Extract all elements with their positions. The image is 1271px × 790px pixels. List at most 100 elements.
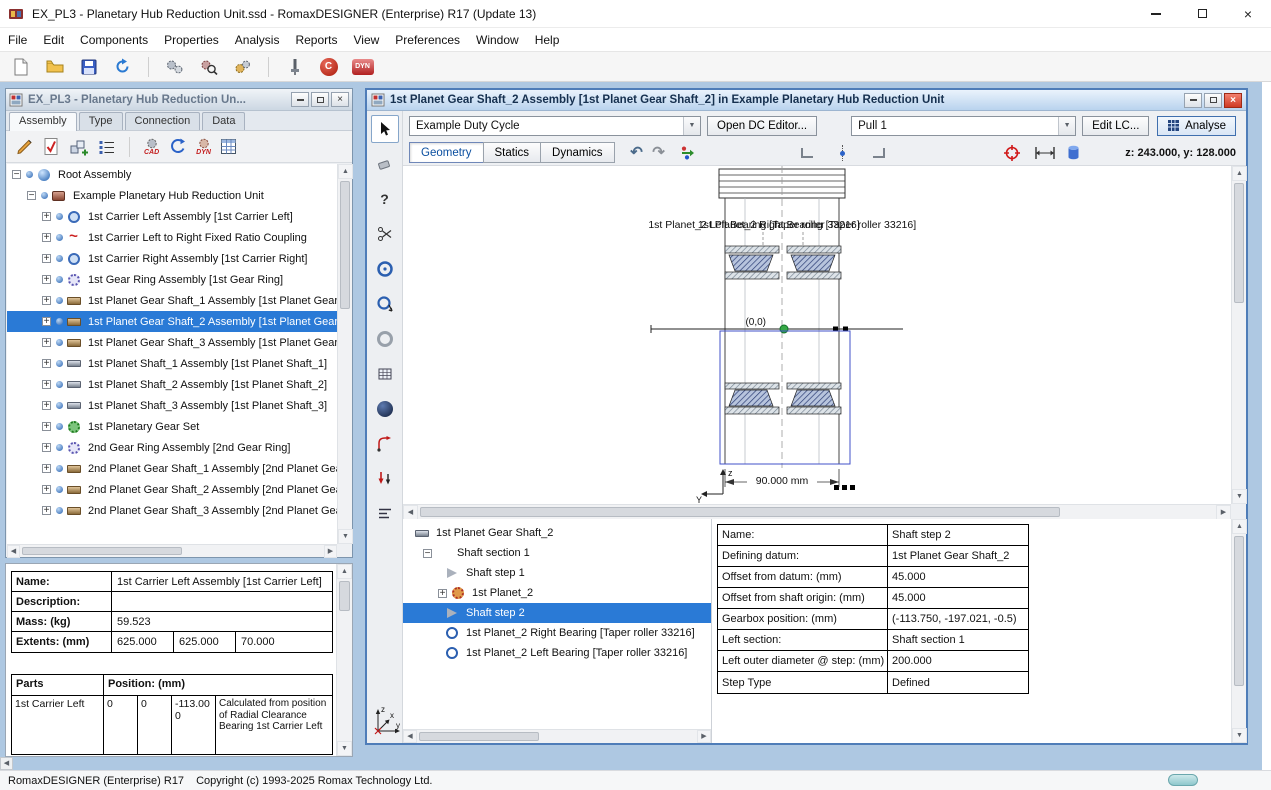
- close-button[interactable]: ×: [1225, 0, 1271, 27]
- component-tree-item[interactable]: Shaft step 1: [403, 563, 711, 583]
- scrollbar-thumb[interactable]: [339, 581, 350, 611]
- open-file-button[interactable]: [41, 54, 68, 79]
- tree-expander[interactable]: [27, 191, 36, 200]
- detail-value[interactable]: 45.000: [888, 588, 1028, 608]
- menu-item[interactable]: Window: [468, 30, 527, 50]
- add-ring-button[interactable]: [371, 325, 399, 353]
- assembly-tree-item[interactable]: 1st Carrier Left Assembly [1st Carrier L…: [7, 206, 337, 227]
- scrollbar-thumb[interactable]: [340, 181, 350, 309]
- child-restore-button[interactable]: [1204, 93, 1222, 108]
- scroll-down-button[interactable]: [337, 741, 352, 756]
- assembly-tree-item[interactable]: 1st Planet Shaft_2 Assembly [1st Planet …: [7, 374, 337, 395]
- child-minimize-button[interactable]: [291, 92, 309, 107]
- edit-button[interactable]: [15, 137, 34, 156]
- open-dc-editor-button[interactable]: Open DC Editor...: [707, 116, 817, 136]
- sphere-tool-button[interactable]: [371, 395, 399, 423]
- worksheet-button[interactable]: [220, 138, 237, 155]
- analyse-button[interactable]: Analyse: [1157, 116, 1236, 136]
- detail-value[interactable]: Shaft section 1: [888, 630, 1028, 650]
- assembly-tree-item[interactable]: 2nd Gear Ring Assembly [2nd Gear Ring]: [7, 437, 337, 458]
- assembly-tree-vertical-scrollbar[interactable]: [337, 164, 352, 544]
- child-close-button[interactable]: ×: [331, 92, 349, 107]
- axis-marker-button[interactable]: [832, 142, 854, 164]
- canvas-horizontal-scrollbar[interactable]: [403, 504, 1231, 519]
- menu-item[interactable]: Properties: [156, 30, 227, 50]
- mdi-scroll-left-button[interactable]: [0, 757, 13, 770]
- assembly-tree-item[interactable]: 1st Planet Gear Shaft_3 Assembly [1st Pl…: [7, 332, 337, 353]
- duty-cycle-select[interactable]: Example Duty Cycle: [409, 116, 701, 136]
- add-bearing-button[interactable]: [371, 255, 399, 283]
- scroll-right-button[interactable]: [1216, 505, 1231, 520]
- name-value[interactable]: 1st Carrier Left Assembly [1st Carrier L…: [112, 572, 332, 591]
- measure-button[interactable]: [1032, 142, 1058, 164]
- component-tree-item[interactable]: 1st Planet Gear Shaft_2: [403, 523, 711, 543]
- window-titlebar[interactable]: EX_PL3 - Planetary Hub Reduction Unit.ss…: [0, 0, 1271, 28]
- scroll-down-button[interactable]: [338, 529, 353, 544]
- extent-y[interactable]: 625.000: [174, 632, 236, 652]
- menu-item[interactable]: File: [0, 30, 35, 50]
- minimize-button[interactable]: [1133, 0, 1179, 27]
- menu-item[interactable]: Help: [527, 30, 568, 50]
- tree-expander[interactable]: [42, 317, 51, 326]
- canvas-vertical-scrollbar[interactable]: [1231, 166, 1246, 504]
- database-button[interactable]: [1062, 142, 1086, 164]
- undo-button[interactable]: ↶: [626, 142, 648, 164]
- tree-expander[interactable]: [42, 296, 51, 305]
- update-model-button[interactable]: [168, 137, 187, 156]
- child-restore-button[interactable]: [311, 92, 329, 107]
- menu-item[interactable]: Components: [72, 30, 156, 50]
- assembly-tree-item[interactable]: Example Planetary Hub Reduction Unit: [7, 185, 337, 206]
- assembly-tree-item[interactable]: 2nd Planet Gear Shaft_3 Assembly [2nd Pl…: [7, 500, 337, 521]
- scroll-left-button[interactable]: [403, 730, 417, 743]
- save-button[interactable]: [75, 54, 102, 79]
- tab[interactable]: Type: [79, 112, 123, 130]
- detail-value[interactable]: 200.000: [888, 651, 1028, 671]
- edit-loads-button[interactable]: [676, 142, 700, 164]
- validate-button[interactable]: [43, 137, 60, 156]
- description-value[interactable]: [112, 592, 332, 611]
- scroll-left-button[interactable]: [7, 545, 20, 558]
- child-close-button[interactable]: ×: [1224, 93, 1242, 108]
- new-file-button[interactable]: [7, 54, 34, 79]
- tree-expander[interactable]: [42, 338, 51, 347]
- menu-item[interactable]: Edit: [35, 30, 72, 50]
- shaft-drawing-canvas[interactable]: (0,0) 90.000 mm z Y: [403, 166, 1231, 504]
- mode-tab[interactable]: Geometry: [409, 142, 484, 163]
- mesh-tool-button[interactable]: [371, 360, 399, 388]
- properties-vertical-scrollbar[interactable]: [336, 564, 352, 756]
- scrollbar-thumb[interactable]: [22, 547, 182, 555]
- gear-package-button[interactable]: [229, 54, 256, 79]
- component-tree-horizontal-scrollbar[interactable]: [403, 729, 711, 743]
- redo-button[interactable]: ↷: [648, 142, 670, 164]
- scroll-up-button[interactable]: [1232, 519, 1247, 534]
- tab[interactable]: Data: [202, 112, 245, 130]
- design-window-titlebar[interactable]: 1st Planet Gear Shaft_2 Assembly [1st Pl…: [367, 90, 1246, 111]
- tree-expander[interactable]: [42, 254, 51, 263]
- measurement-list-button[interactable]: [371, 500, 399, 528]
- assembly-tree-item[interactable]: 1st Planet Shaft_3 Assembly [1st Planet …: [7, 395, 337, 416]
- tree-expander[interactable]: [42, 443, 51, 452]
- menu-item[interactable]: Reports: [287, 30, 345, 50]
- assembly-window-titlebar[interactable]: EX_PL3 - Planetary Hub Reduction Un... ×: [6, 89, 352, 111]
- assembly-tree-item[interactable]: 1st Carrier Right Assembly [1st Carrier …: [7, 248, 337, 269]
- add-component-button[interactable]: [69, 137, 89, 156]
- load-case-select[interactable]: Pull 1: [851, 116, 1076, 136]
- scroll-up-button[interactable]: [337, 564, 352, 579]
- concept-module-button[interactable]: C: [315, 54, 342, 79]
- assembly-tree-item[interactable]: 1st Planet Shaft_1 Assembly [1st Planet …: [7, 353, 337, 374]
- tree-expander[interactable]: [42, 359, 51, 368]
- component-tree-item[interactable]: Shaft section 1: [403, 543, 711, 563]
- assembly-tree-item[interactable]: 1st Planet Gear Shaft_2 Assembly [1st Pl…: [7, 311, 337, 332]
- details-vertical-scrollbar[interactable]: [1231, 519, 1246, 743]
- dyn-module-button[interactable]: DYN: [349, 54, 376, 79]
- assembly-tree-horizontal-scrollbar[interactable]: [7, 544, 337, 557]
- tree-expander[interactable]: [42, 485, 51, 494]
- tree-expander[interactable]: [42, 422, 51, 431]
- scroll-right-button[interactable]: [697, 730, 711, 743]
- parts-table-row[interactable]: 1st Carrier Left 0 0 -113.000 Calculated…: [12, 696, 332, 754]
- tree-expander[interactable]: [42, 464, 51, 473]
- detail-value[interactable]: (-113.750, -197.021, -0.5): [888, 609, 1028, 629]
- component-tree-item[interactable]: 1st Planet_2: [403, 583, 711, 603]
- scroll-right-button[interactable]: [324, 545, 337, 558]
- origin-target-button[interactable]: [1000, 142, 1024, 164]
